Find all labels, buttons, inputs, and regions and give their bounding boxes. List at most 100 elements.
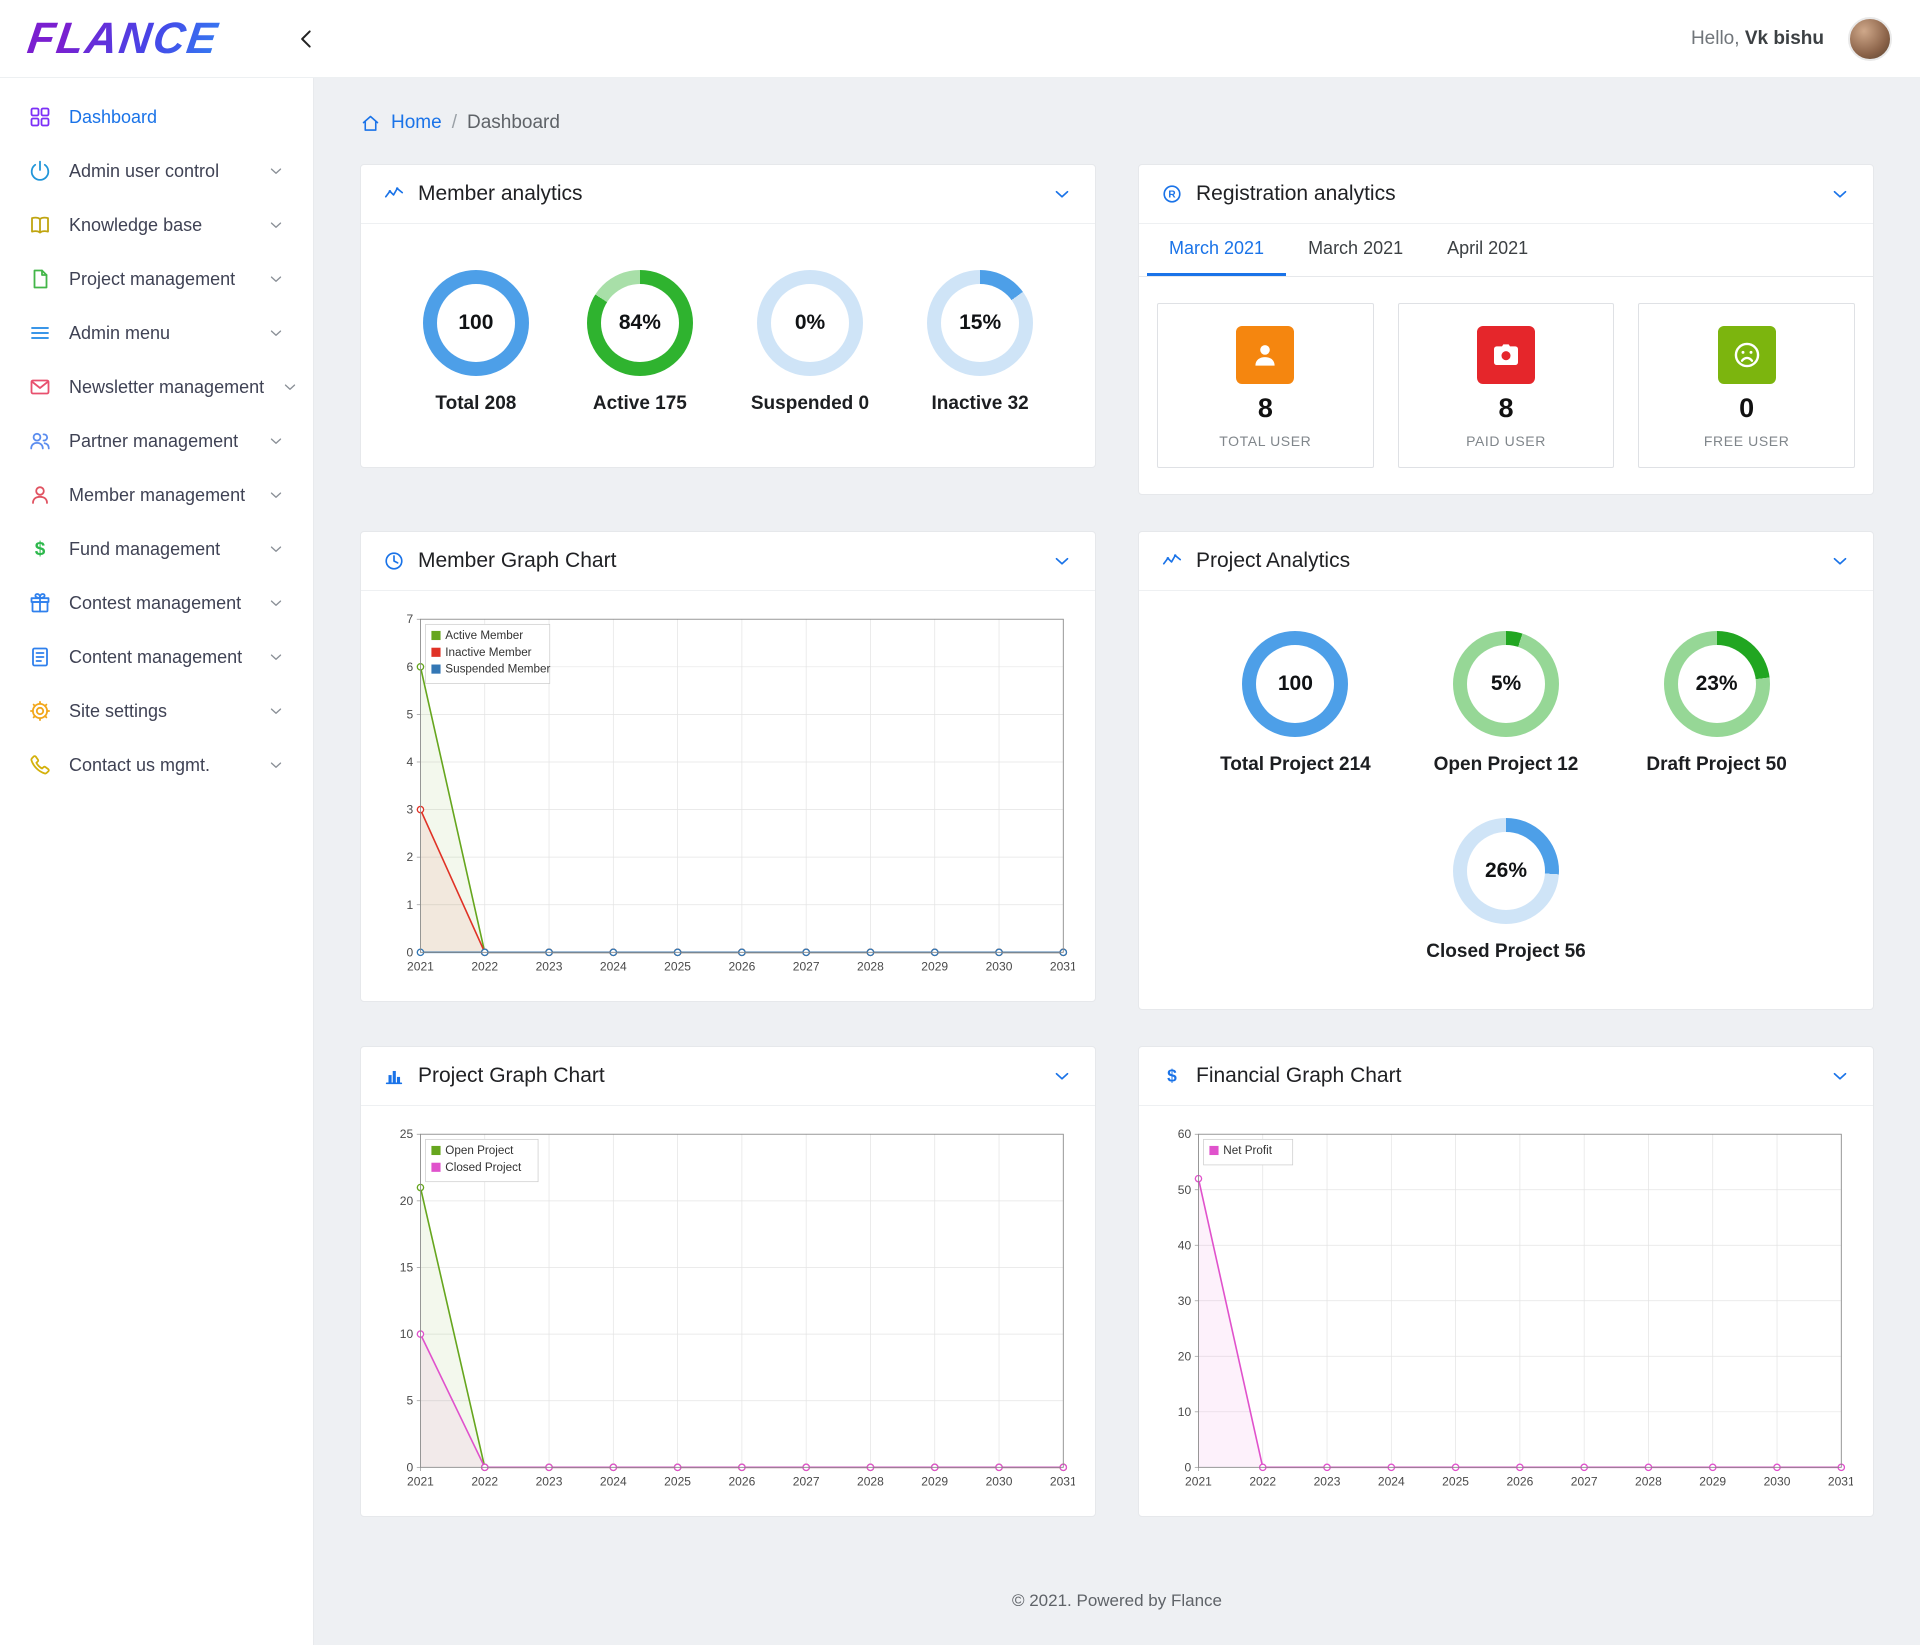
sidebar-item-label: Site settings	[69, 701, 250, 722]
tab-march-2021-b[interactable]: March 2021	[1286, 224, 1425, 276]
svg-text:40: 40	[1178, 1238, 1192, 1252]
breadcrumb-current: Dashboard	[467, 112, 560, 134]
sidebar-item-contest-management[interactable]: Contest management	[0, 576, 313, 630]
member-donuts: 100 Total 208 84% Active 175	[361, 224, 1095, 467]
sidebar-item-site-settings[interactable]: Site settings	[0, 684, 313, 738]
sidebar-item-label: Partner management	[69, 431, 250, 452]
tab-april-2021[interactable]: April 2021	[1425, 224, 1550, 276]
sidebar-item-label: Admin user control	[69, 161, 250, 182]
chevron-down-icon	[267, 162, 285, 180]
project-graph-collapse-button[interactable]	[1051, 1065, 1073, 1087]
svg-text:2029: 2029	[921, 1475, 948, 1489]
document-icon	[28, 645, 52, 669]
svg-text:2030: 2030	[986, 960, 1013, 974]
svg-text:4: 4	[406, 755, 413, 769]
sidebar-item-label: Project management	[69, 269, 250, 290]
users-icon	[28, 429, 52, 453]
stat-free-user: 0 FREE USER	[1638, 303, 1855, 468]
chevron-down-icon	[267, 702, 285, 720]
svg-text:Inactive Member: Inactive Member	[445, 646, 531, 659]
chevron-down-icon	[267, 540, 285, 558]
donut-ring: 84%	[587, 270, 693, 376]
sidebar-item-newsletter-management[interactable]: Newsletter management	[0, 360, 313, 414]
project-analytics-collapse-button[interactable]	[1829, 550, 1851, 572]
sidebar-item-dashboard[interactable]: Dashboard	[0, 90, 313, 144]
svg-text:2024: 2024	[1378, 1475, 1405, 1489]
svg-text:2024: 2024	[600, 1475, 627, 1489]
member-graph-collapse-button[interactable]	[1051, 550, 1073, 572]
svg-text:5: 5	[406, 1394, 413, 1408]
svg-text:2022: 2022	[1249, 1475, 1276, 1489]
svg-text:Open Project: Open Project	[445, 1144, 514, 1157]
svg-text:Active Member: Active Member	[445, 629, 523, 642]
sidebar-item-fund-management[interactable]: $ Fund management	[0, 522, 313, 576]
svg-text:$: $	[35, 539, 46, 560]
svg-text:2030: 2030	[1764, 1475, 1791, 1489]
svg-text:15: 15	[400, 1260, 414, 1274]
card-title: Project Graph Chart	[418, 1064, 1038, 1088]
svg-text:2031: 2031	[1050, 960, 1075, 974]
sidebar-item-label: Contest management	[69, 593, 250, 614]
donut-label: Closed Project 56	[1426, 941, 1585, 963]
app-shell: Dashboard Admin user control Knowledge b…	[0, 78, 1920, 1645]
stat-label: PAID USER	[1466, 433, 1546, 449]
card-header: R Registration analytics	[1139, 165, 1873, 224]
financial-graph-collapse-button[interactable]	[1829, 1065, 1851, 1087]
chevron-down-icon	[281, 378, 299, 396]
stat-label: FREE USER	[1704, 433, 1790, 449]
chevron-down-icon	[267, 216, 285, 234]
chart-body: 2021202220232024202520262027202820292030…	[361, 1106, 1095, 1516]
member-graph-chart: 2021202220232024202520262027202820292030…	[381, 609, 1075, 989]
sidebar-item-admin-user-control[interactable]: Admin user control	[0, 144, 313, 198]
member-analytics-card: Member analytics 100 Total 208 84%	[360, 164, 1096, 468]
sidebar-item-knowledge-base[interactable]: Knowledge base	[0, 198, 313, 252]
tab-march-2021-a[interactable]: March 2021	[1147, 224, 1286, 276]
svg-text:30: 30	[1178, 1294, 1192, 1308]
svg-text:R: R	[1168, 190, 1176, 201]
stat-value: 8	[1498, 393, 1513, 424]
sidebar-item-label: Fund management	[69, 539, 250, 560]
sidebar-item-content-management[interactable]: Content management	[0, 630, 313, 684]
registration-analytics-card: R Registration analytics March 2021 Marc…	[1138, 164, 1874, 495]
donut-value: 26%	[1485, 859, 1527, 883]
donut-label: Total Project 214	[1220, 754, 1371, 776]
financial-graph-chart: 2021202220232024202520262027202820292030…	[1159, 1124, 1853, 1504]
donut-label: Active 175	[593, 393, 687, 415]
project-analytics-card: Project Analytics 100 Total Project 214	[1138, 531, 1874, 1010]
svg-text:2026: 2026	[1506, 1475, 1533, 1489]
svg-text:0: 0	[1184, 1460, 1191, 1474]
card-header: Project Analytics	[1139, 532, 1873, 591]
svg-text:2026: 2026	[728, 1475, 755, 1489]
avatar[interactable]	[1848, 17, 1892, 61]
camera-icon	[1490, 339, 1522, 371]
svg-text:2022: 2022	[471, 960, 498, 974]
sidebar-item-project-management[interactable]: Project management	[0, 252, 313, 306]
breadcrumb-home-link[interactable]: Home	[391, 112, 442, 134]
top-bar: FLANCE Hello, Vk bishu	[0, 0, 1920, 78]
username: Vk bishu	[1745, 28, 1824, 49]
svg-text:2029: 2029	[1699, 1475, 1726, 1489]
card-title: Registration analytics	[1196, 182, 1816, 206]
svg-text:10: 10	[400, 1327, 414, 1341]
member-analytics-collapse-button[interactable]	[1051, 183, 1073, 205]
chevron-down-icon	[267, 648, 285, 666]
sidebar-item-member-management[interactable]: Member management	[0, 468, 313, 522]
stat-label: TOTAL USER	[1219, 433, 1311, 449]
svg-text:2023: 2023	[536, 960, 563, 974]
stat-value: 0	[1739, 393, 1754, 424]
sidebar-item-partner-management[interactable]: Partner management	[0, 414, 313, 468]
sidebar-collapse-button[interactable]	[290, 22, 324, 56]
svg-text:2026: 2026	[728, 960, 755, 974]
registration-analytics-collapse-button[interactable]	[1829, 183, 1851, 205]
svg-text:3: 3	[406, 803, 413, 817]
member-graph-card: Member Graph Chart 202120222023202420252…	[360, 531, 1096, 1002]
sidebar-item-contact-us-mgmt[interactable]: Contact us mgmt.	[0, 738, 313, 792]
donut-label: Open Project 12	[1434, 754, 1579, 776]
sidebar-item-admin-menu[interactable]: Admin menu	[0, 306, 313, 360]
svg-text:6: 6	[406, 660, 413, 674]
sidebar-item-label: Admin menu	[69, 323, 250, 344]
menu-icon	[28, 321, 52, 345]
dollar-icon: $	[1161, 1065, 1183, 1087]
gift-icon	[28, 591, 52, 615]
chevron-down-icon	[267, 594, 285, 612]
